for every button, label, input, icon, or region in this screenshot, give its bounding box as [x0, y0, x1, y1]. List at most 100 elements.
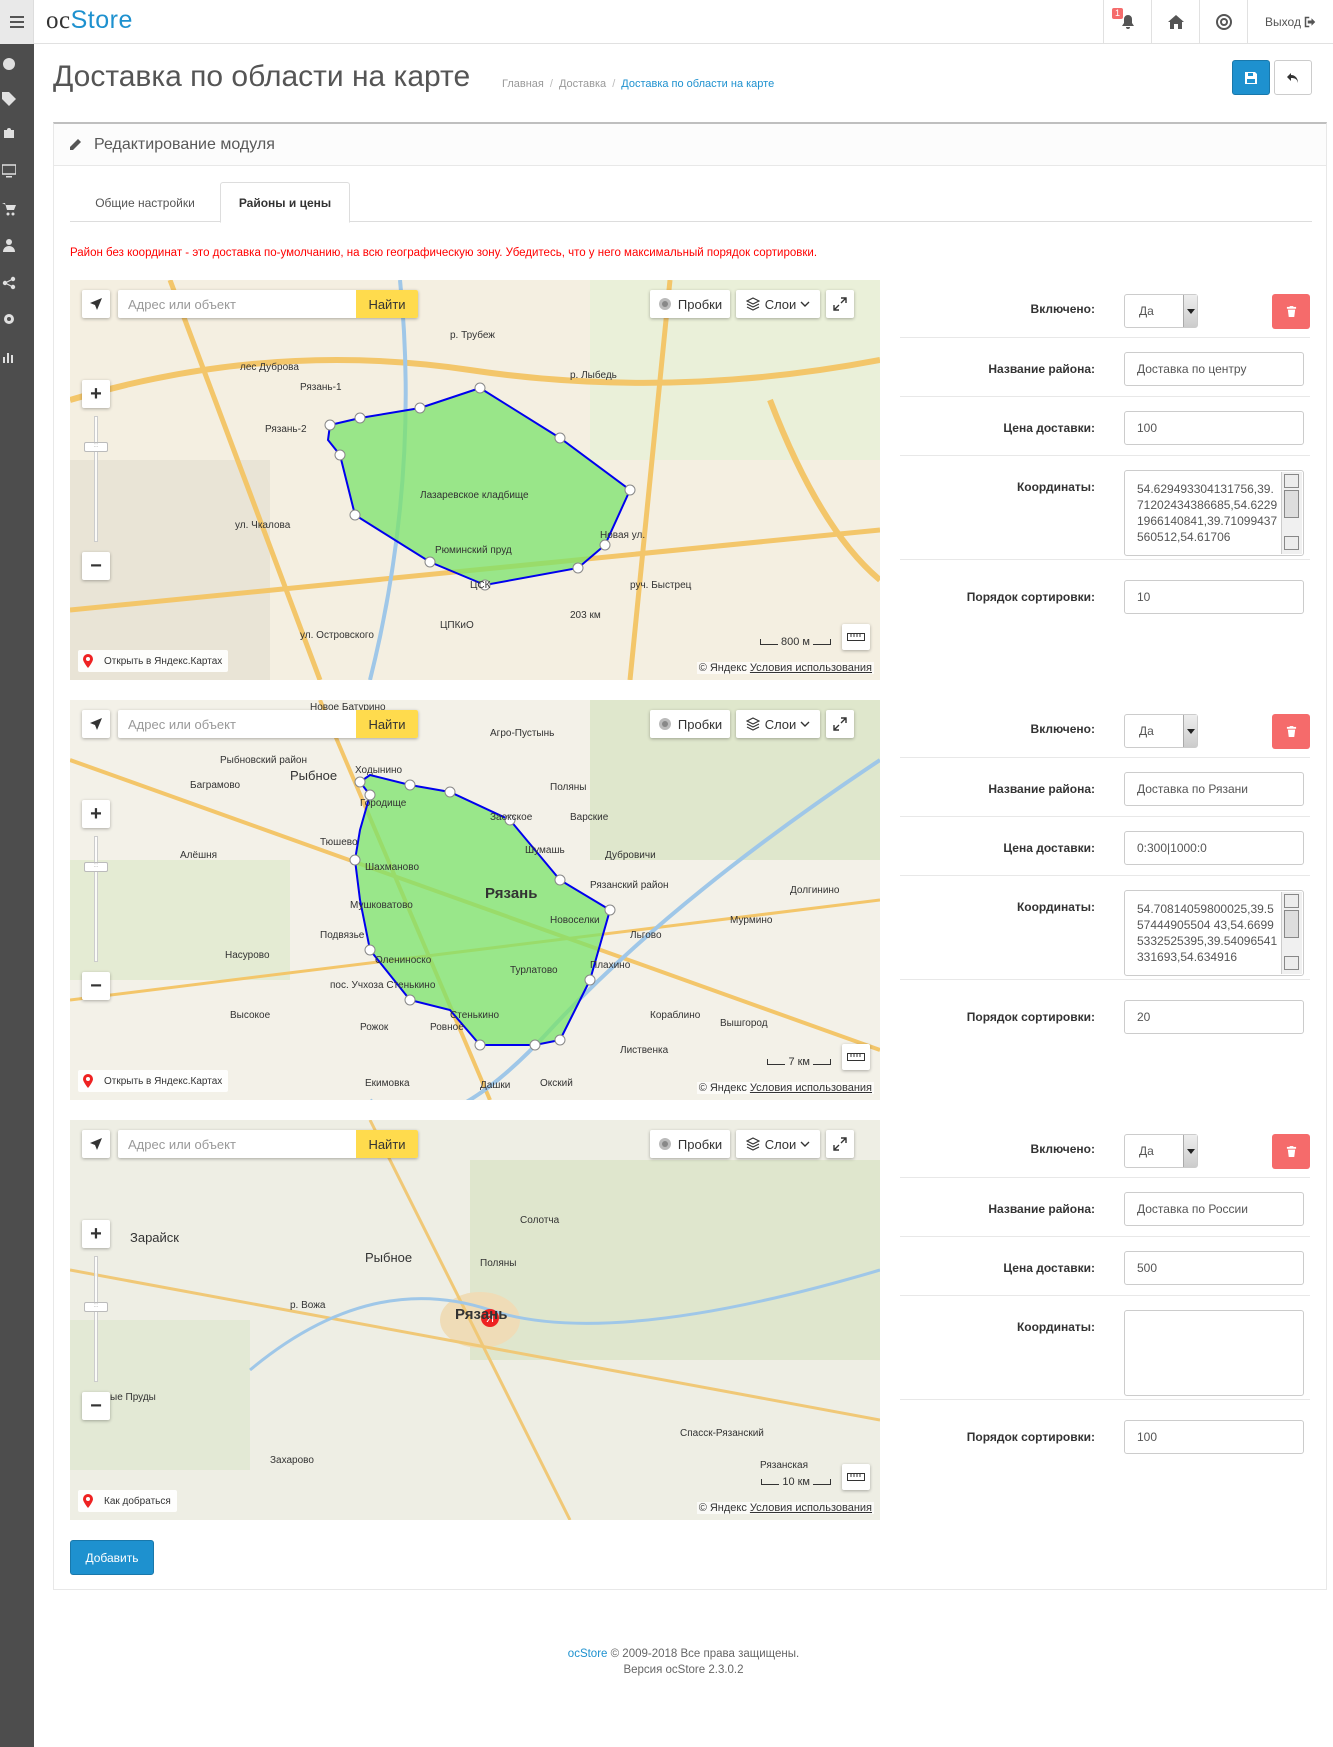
- tab-zones[interactable]: Районы и цены: [220, 182, 350, 223]
- zone-price-input[interactable]: 100: [1124, 411, 1304, 445]
- map-terms-link[interactable]: Условия использования: [750, 1082, 872, 1094]
- map-terms-link[interactable]: Условия использования: [750, 1502, 872, 1514]
- map-label: р. Лыбедь: [570, 370, 617, 381]
- traffic-button[interactable]: Пробки: [650, 290, 730, 318]
- sidebar-item-dashboard[interactable]: [0, 46, 34, 80]
- ruler-button[interactable]: [842, 1044, 870, 1070]
- zoom-slider-track[interactable]: [94, 1256, 98, 1382]
- zoom-in-button[interactable]: +: [82, 1220, 110, 1248]
- map-label: ЦСК: [470, 580, 491, 591]
- zoom-slider-handle[interactable]: :::: [84, 442, 108, 452]
- zoom-out-button[interactable]: −: [82, 552, 110, 580]
- sidebar-item-marketing[interactable]: [0, 266, 34, 300]
- zone-coords-textarea[interactable]: 54.70814059800025,39.557444905504 43,54.…: [1124, 890, 1304, 976]
- zone-map[interactable]: Новое Батурино Агро-Пустынь Рыбновский рай…: [70, 700, 880, 1100]
- sidebar-item-system[interactable]: [0, 302, 34, 336]
- zone-sort-input[interactable]: 100: [1124, 1420, 1304, 1454]
- delete-zone-button[interactable]: [1272, 714, 1310, 749]
- coords-scrollbar[interactable]: [1281, 472, 1302, 554]
- zoom-out-button[interactable]: −: [82, 1392, 110, 1420]
- map-search-input[interactable]: [118, 710, 370, 738]
- chevron-down-icon: [1183, 715, 1197, 747]
- map-label: Солотча: [520, 1215, 560, 1226]
- zone-map[interactable]: Я Зарайск Солотча Рыбное Поляны Рязань р. Вож…: [70, 1120, 880, 1520]
- layers-button[interactable]: Слои: [736, 710, 820, 738]
- map-label: Рюминский пруд: [435, 545, 512, 556]
- enabled-select[interactable]: Да: [1124, 294, 1198, 328]
- open-in-yandex-link[interactable]: Как добраться: [78, 1490, 177, 1512]
- zoom-slider-handle[interactable]: :::: [84, 862, 108, 872]
- zoom-slider-track[interactable]: [94, 836, 98, 962]
- map-search-input[interactable]: [118, 1130, 370, 1158]
- traffic-button[interactable]: Пробки: [650, 710, 730, 738]
- map-find-button[interactable]: Найти: [356, 710, 418, 738]
- map-find-button[interactable]: Найти: [356, 1130, 418, 1158]
- home-button[interactable]: [1151, 0, 1199, 44]
- zone-block: Новое Батурино Агро-Пустынь Рыбновский рай…: [70, 700, 1310, 1100]
- zoom-out-button[interactable]: −: [82, 972, 110, 1000]
- coords-scrollbar[interactable]: [1281, 892, 1302, 974]
- zone-price-input[interactable]: 500: [1124, 1251, 1304, 1285]
- open-in-yandex-link[interactable]: Открыть в Яндекс.Картах: [78, 1070, 229, 1092]
- delete-zone-button[interactable]: [1272, 1134, 1310, 1169]
- zone-block: р. Трубеж лес Дуброва Рязань-1 Рязань-2 ул. …: [70, 280, 1310, 680]
- tab-general[interactable]: Общие настройки: [70, 182, 220, 223]
- sort-row: Порядок сортировки: 10: [900, 560, 1310, 624]
- chevron-down-icon: [800, 301, 810, 307]
- breadcrumb: Главная / Доставка / Доставка по области на …: [502, 78, 775, 90]
- map-find-button[interactable]: Найти: [356, 290, 418, 318]
- geolocation-button[interactable]: [82, 710, 110, 738]
- breadcrumb-current[interactable]: Доставка по области на карте: [621, 78, 774, 90]
- fullscreen-button[interactable]: [826, 710, 854, 738]
- zone-price-input[interactable]: 0:300|1000:0: [1124, 831, 1304, 865]
- logo[interactable]: ocStore: [46, 6, 133, 35]
- zone-map[interactable]: р. Трубеж лес Дуброва Рязань-1 Рязань-2 ул. …: [70, 280, 880, 680]
- geolocation-button[interactable]: [82, 290, 110, 318]
- sidebar-item-design[interactable]: [0, 154, 34, 188]
- notifications-button[interactable]: 1: [1103, 0, 1151, 44]
- map-search-input[interactable]: [118, 290, 370, 318]
- open-in-yandex-link[interactable]: Открыть в Яндекс.Картах: [78, 650, 229, 672]
- sidebar-toggle-button[interactable]: [0, 0, 34, 44]
- sidebar-item-reports[interactable]: [0, 340, 34, 374]
- layers-button[interactable]: Слои: [736, 290, 820, 318]
- price-label: Цена доставки:: [1003, 841, 1095, 855]
- footer-brand-link[interactable]: ocStore: [568, 1648, 608, 1660]
- map-copyright: © Яндекс Условия использования: [696, 662, 874, 674]
- zone-sort-input[interactable]: 20: [1124, 1000, 1304, 1034]
- map-terms-link[interactable]: Условия использования: [750, 662, 872, 674]
- map-canvas[interactable]: [70, 700, 880, 1100]
- zone-name-input[interactable]: Доставка по центру: [1124, 352, 1304, 386]
- zone-coords-textarea[interactable]: 54.629493304131756,39.71202434386685,54.…: [1124, 470, 1304, 556]
- layers-button[interactable]: Слои: [736, 1130, 820, 1158]
- delete-zone-button[interactable]: [1272, 294, 1310, 329]
- enabled-select[interactable]: Да: [1124, 1134, 1198, 1168]
- help-button[interactable]: [1199, 0, 1247, 44]
- fullscreen-button[interactable]: [826, 1130, 854, 1158]
- zone-coords-textarea[interactable]: [1124, 1310, 1304, 1396]
- geolocation-button[interactable]: [82, 1130, 110, 1158]
- ruler-button[interactable]: [842, 1464, 870, 1490]
- sidebar-item-catalog[interactable]: [0, 82, 34, 116]
- zoom-in-button[interactable]: +: [82, 380, 110, 408]
- logout-button[interactable]: Выход: [1247, 0, 1333, 44]
- back-button[interactable]: [1274, 60, 1312, 95]
- enabled-label: Включено:: [1030, 722, 1095, 736]
- traffic-button[interactable]: Пробки: [650, 1130, 730, 1158]
- add-zone-button[interactable]: Добавить: [70, 1540, 154, 1575]
- save-button[interactable]: [1232, 60, 1270, 95]
- zoom-slider-handle[interactable]: :::: [84, 1302, 108, 1312]
- breadcrumb-home[interactable]: Главная: [502, 78, 544, 90]
- sidebar-item-extensions[interactable]: [0, 116, 34, 150]
- fullscreen-button[interactable]: [826, 290, 854, 318]
- zone-name-input[interactable]: Доставка по Рязани: [1124, 772, 1304, 806]
- zoom-in-button[interactable]: +: [82, 800, 110, 828]
- ruler-button[interactable]: [842, 624, 870, 650]
- enabled-select[interactable]: Да: [1124, 714, 1198, 748]
- breadcrumb-shipping[interactable]: Доставка: [559, 78, 606, 90]
- sidebar-item-sales[interactable]: [0, 192, 34, 226]
- sidebar-item-customers[interactable]: [0, 228, 34, 262]
- zone-name-input[interactable]: Доставка по России: [1124, 1192, 1304, 1226]
- zone-sort-input[interactable]: 10: [1124, 580, 1304, 614]
- zoom-slider-track[interactable]: [94, 416, 98, 542]
